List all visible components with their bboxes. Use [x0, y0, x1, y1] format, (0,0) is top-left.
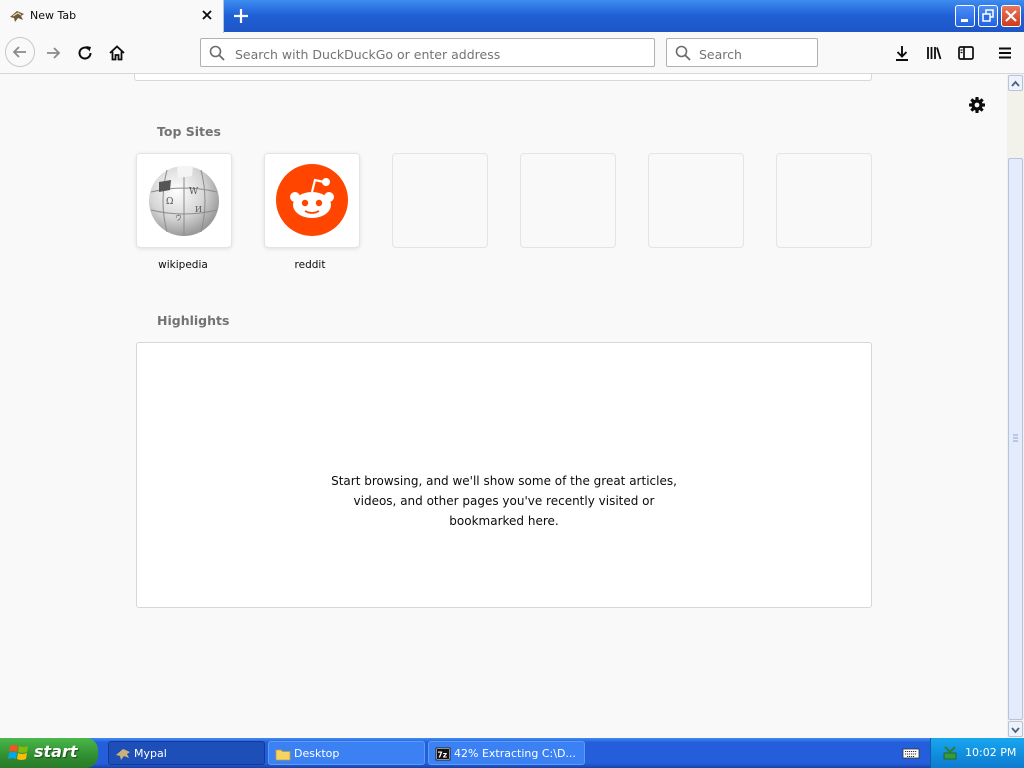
taskbar-item-label: Mypal — [134, 747, 167, 760]
top-site-label[interactable]: wikipedia — [135, 259, 231, 271]
highlights-message-line: Start browsing, and we'll show some of t… — [331, 474, 677, 488]
start-label: start — [34, 742, 78, 761]
search-icon — [675, 45, 691, 61]
close-icon — [1005, 10, 1017, 22]
scroll-thumb[interactable] — [1008, 158, 1023, 720]
highlights-message-line: bookmarked here. — [449, 514, 559, 528]
new-tab-page: Top Sites Ω W И ウ wikipedia reddit Highl… — [0, 74, 1007, 738]
svg-text:Ω: Ω — [166, 197, 173, 207]
sidebar-button[interactable] — [952, 39, 980, 67]
minimize-button[interactable] — [955, 5, 975, 27]
grip-icon — [1013, 434, 1018, 442]
tab-title: New Tab — [30, 9, 77, 22]
url-input[interactable] — [233, 44, 647, 64]
svg-text:И: И — [195, 205, 202, 214]
home-button[interactable] — [103, 39, 131, 67]
svg-text:7z: 7z — [438, 751, 448, 760]
restore-icon — [982, 9, 994, 22]
navigation-toolbar — [0, 33, 1024, 74]
window-close-button[interactable] — [1001, 5, 1021, 27]
svg-text:ウ: ウ — [175, 214, 182, 222]
top-site-tile-empty[interactable] — [520, 153, 616, 248]
keyboard-icon[interactable] — [902, 745, 920, 761]
downloads-button[interactable] — [888, 39, 916, 67]
top-sites-heading: Top Sites — [157, 124, 221, 139]
chevron-down-icon — [1011, 727, 1020, 734]
highlights-heading: Highlights — [157, 313, 230, 328]
reddit-icon — [276, 164, 348, 236]
safely-remove-hardware-icon[interactable] — [941, 744, 959, 762]
folder-icon — [275, 749, 291, 761]
chevron-up-icon — [1011, 80, 1020, 87]
top-site-tile-empty[interactable] — [392, 153, 488, 248]
system-tray: 10:02 PM — [930, 738, 1024, 768]
start-button[interactable]: start — [0, 738, 98, 768]
taskbar-item-label: 42% Extracting C:\D... — [454, 747, 576, 760]
top-site-tile-reddit[interactable] — [264, 153, 360, 248]
mypal-icon — [116, 749, 130, 760]
minimize-icon — [961, 19, 968, 22]
clock: 10:02 PM — [965, 746, 1017, 759]
page-search-box[interactable] — [134, 74, 872, 81]
mypal-icon — [10, 11, 24, 22]
address-bar[interactable] — [200, 38, 655, 67]
plus-icon[interactable] — [228, 4, 254, 28]
taskbar: start Mypal Desktop 7z 42% Extracting C:… — [0, 738, 1024, 768]
download-icon — [896, 46, 908, 61]
menu-button[interactable] — [991, 39, 1019, 67]
scroll-down-button[interactable] — [1008, 721, 1023, 737]
taskbar-item-desktop[interactable]: Desktop — [268, 741, 425, 765]
forward-icon — [47, 47, 61, 59]
highlights-message-line: videos, and other pages you've recently … — [353, 494, 655, 508]
vertical-scrollbar[interactable] — [1007, 74, 1024, 738]
back-icon — [12, 46, 26, 58]
highlights-message: Start browsing, and we'll show some of t… — [137, 471, 871, 531]
scroll-up-button[interactable] — [1008, 75, 1023, 91]
top-site-tile-empty[interactable] — [776, 153, 872, 248]
reload-button[interactable] — [71, 39, 99, 67]
search-icon — [209, 45, 225, 61]
home-icon — [109, 45, 125, 61]
tab-new-tab[interactable]: New Tab — [0, 0, 224, 33]
reload-icon — [78, 46, 92, 60]
restore-button[interactable] — [978, 5, 998, 27]
back-button[interactable] — [5, 37, 35, 67]
top-site-label[interactable]: reddit — [262, 259, 358, 271]
search-input[interactable] — [697, 44, 816, 64]
svg-text:W: W — [189, 187, 199, 197]
forward-button[interactable] — [39, 39, 67, 67]
top-site-tile-empty[interactable] — [648, 153, 744, 248]
wikipedia-globe-icon: Ω W И ウ — [149, 166, 219, 236]
menu-icon — [999, 47, 1011, 59]
sidebar-icon — [958, 46, 974, 60]
top-site-tile-wikipedia[interactable]: Ω W И ウ — [136, 153, 232, 248]
title-bar: New Tab — [0, 0, 1024, 33]
close-icon[interactable] — [199, 7, 215, 23]
highlights-empty-state: Start browsing, and we'll show some of t… — [136, 342, 872, 608]
taskbar-item-extracting[interactable]: 7z 42% Extracting C:\D... — [428, 741, 585, 765]
search-bar[interactable] — [666, 38, 818, 67]
taskbar-item-label: Desktop — [294, 747, 340, 760]
library-button[interactable] — [920, 39, 948, 67]
windows-logo-icon — [8, 745, 28, 760]
gear-icon[interactable] — [967, 95, 987, 115]
library-icon — [927, 47, 942, 60]
taskbar-item-mypal[interactable]: Mypal — [108, 741, 265, 765]
7zip-icon: 7z — [435, 747, 451, 761]
